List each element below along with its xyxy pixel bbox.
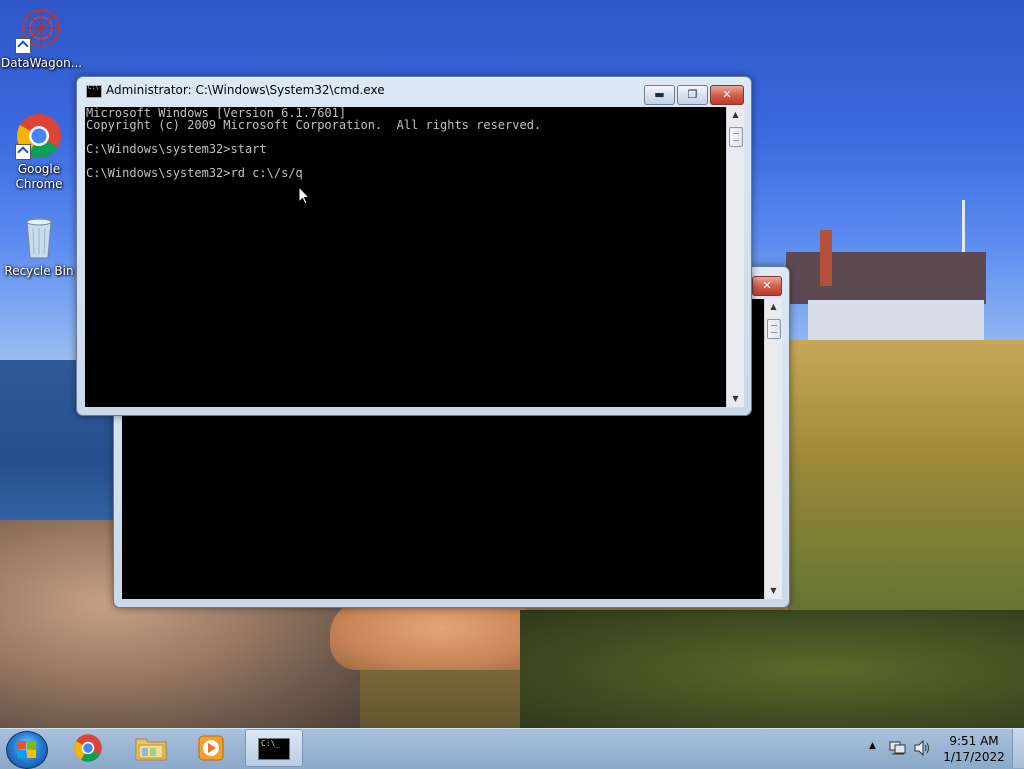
taskbar-explorer-button[interactable] xyxy=(125,730,177,766)
close-icon: ✕ xyxy=(762,279,772,292)
title-bar[interactable]: Administrator: C:\Windows\System32\cmd.e… xyxy=(77,77,751,105)
shortcut-arrow-icon xyxy=(15,38,31,54)
desktop-icon-label: Recycle Bin xyxy=(4,264,74,278)
chrome-icon xyxy=(15,112,63,160)
scroll-down-icon[interactable]: ▼ xyxy=(765,583,782,599)
show-desktop-button[interactable] xyxy=(1012,729,1024,768)
close-button[interactable]: ✕ xyxy=(752,276,782,296)
cmd-window[interactable]: Administrator: C:\Windows\System32\cmd.e… xyxy=(76,76,752,416)
console-line: C:\Windows\system32>start xyxy=(86,142,267,156)
wallpaper-house-roof xyxy=(786,252,986,304)
mouse-cursor-icon xyxy=(298,186,310,205)
network-icon[interactable] xyxy=(889,740,907,756)
minimize-icon: ▬ xyxy=(654,88,665,101)
minimize-button[interactable]: ▬ xyxy=(644,85,675,105)
close-button[interactable]: ✕ xyxy=(710,85,744,105)
chrome-icon xyxy=(74,734,102,762)
console-output[interactable]: Microsoft Windows [Version 6.1.7601] Cop… xyxy=(85,107,726,407)
scroll-thumb[interactable] xyxy=(767,319,781,339)
clock-time: 9:51 AM xyxy=(949,734,999,748)
cmd-icon: C:\_ xyxy=(258,738,290,760)
shortcut-arrow-icon xyxy=(15,144,31,160)
cmd-icon xyxy=(86,84,102,98)
desktop-icon-google-chrome[interactable]: Google Chrome xyxy=(1,112,77,192)
desktop-icon-label: DataWagon... xyxy=(1,56,83,70)
wallpaper-rock xyxy=(330,600,550,670)
clock-date: 1/17/2022 xyxy=(943,750,1005,764)
clock[interactable]: 9:51 AM 1/17/2022 xyxy=(940,733,1008,765)
desktop-icon-datawagon[interactable]: DataWagon... xyxy=(1,6,82,71)
scroll-thumb[interactable] xyxy=(729,127,743,147)
console-line: C:\Windows\system32>rd c:\/s/q xyxy=(86,166,303,180)
volume-icon[interactable] xyxy=(913,740,931,756)
show-hidden-icons-button[interactable]: ▲ xyxy=(869,741,876,751)
scroll-up-icon[interactable]: ▲ xyxy=(727,107,744,123)
start-button[interactable] xyxy=(6,731,48,769)
desktop-icon-label: Google Chrome xyxy=(15,162,63,191)
folder-icon xyxy=(135,738,167,761)
taskbar-cmd-button[interactable]: C:\_ xyxy=(245,729,303,767)
scroll-down-icon[interactable]: ▼ xyxy=(727,391,744,407)
desktop-icon-recycle-bin[interactable]: Recycle Bin xyxy=(1,214,77,279)
windows-logo-icon xyxy=(17,741,37,759)
maximize-button[interactable]: ❐ xyxy=(677,85,708,105)
taskbar-chrome-button[interactable] xyxy=(62,730,114,766)
scroll-up-icon[interactable]: ▲ xyxy=(765,299,782,315)
media-player-icon xyxy=(198,735,224,761)
recycle-bin-icon xyxy=(15,214,63,262)
wallpaper-chimney xyxy=(820,230,832,286)
vertical-scrollbar[interactable]: ▲ ▼ xyxy=(764,299,782,599)
wallpaper-bushes xyxy=(520,610,1024,730)
datawagon-icon xyxy=(15,6,63,54)
maximize-icon: ❐ xyxy=(687,88,698,101)
taskbar-media-player-button[interactable] xyxy=(185,730,237,766)
window-title: Administrator: C:\Windows\System32\cmd.e… xyxy=(106,83,385,97)
close-icon: ✕ xyxy=(722,88,732,101)
vertical-scrollbar[interactable]: ▲ ▼ xyxy=(726,107,744,407)
console-line: Copyright (c) 2009 Microsoft Corporation… xyxy=(86,118,542,132)
